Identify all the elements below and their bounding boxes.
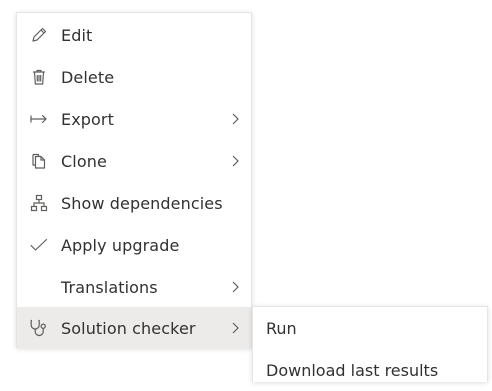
submenu-item-download-last-results[interactable]: Download last results [253, 349, 487, 391]
menu-item-apply-upgrade[interactable]: Apply upgrade [17, 224, 251, 266]
menu-item-show-dependencies[interactable]: Show dependencies [17, 182, 251, 224]
menu-item-label: Edit [61, 25, 93, 45]
menu-item-label: Apply upgrade [61, 235, 180, 255]
menu-item-export[interactable]: Export [17, 98, 251, 140]
submenu-item-label: Download last results [266, 360, 439, 380]
menu-item-edit[interactable]: Edit [17, 14, 251, 56]
menu-item-solution-checker[interactable]: Solution checker [17, 307, 251, 349]
trash-icon [17, 68, 61, 86]
menu-item-translations[interactable]: Translations [17, 266, 251, 308]
menu-item-label: Solution checker [61, 318, 196, 338]
pencil-icon [17, 26, 61, 44]
chevron-right-icon [223, 320, 247, 336]
menu-item-label: Translations [61, 277, 158, 297]
chevron-right-icon [223, 153, 247, 169]
menu-item-delete[interactable]: Delete [17, 56, 251, 98]
solution-checker-submenu: Run Download last results [252, 306, 488, 382]
checkmark-icon [17, 236, 61, 254]
stethoscope-icon [17, 318, 61, 338]
menu-item-label: Clone [61, 151, 107, 171]
menu-item-label: Export [61, 109, 114, 129]
submenu-item-run[interactable]: Run [253, 307, 487, 349]
export-arrow-icon [17, 110, 61, 128]
clone-icon [17, 152, 61, 170]
menu-item-label: Delete [61, 67, 115, 87]
chevron-right-icon [223, 279, 247, 295]
context-menu: Edit Delete Export Clone Show dependenci… [16, 12, 252, 349]
hierarchy-icon [17, 194, 61, 212]
menu-item-clone[interactable]: Clone [17, 140, 251, 182]
menu-item-label: Show dependencies [61, 193, 223, 213]
chevron-right-icon [223, 111, 247, 127]
submenu-item-label: Run [266, 318, 297, 338]
